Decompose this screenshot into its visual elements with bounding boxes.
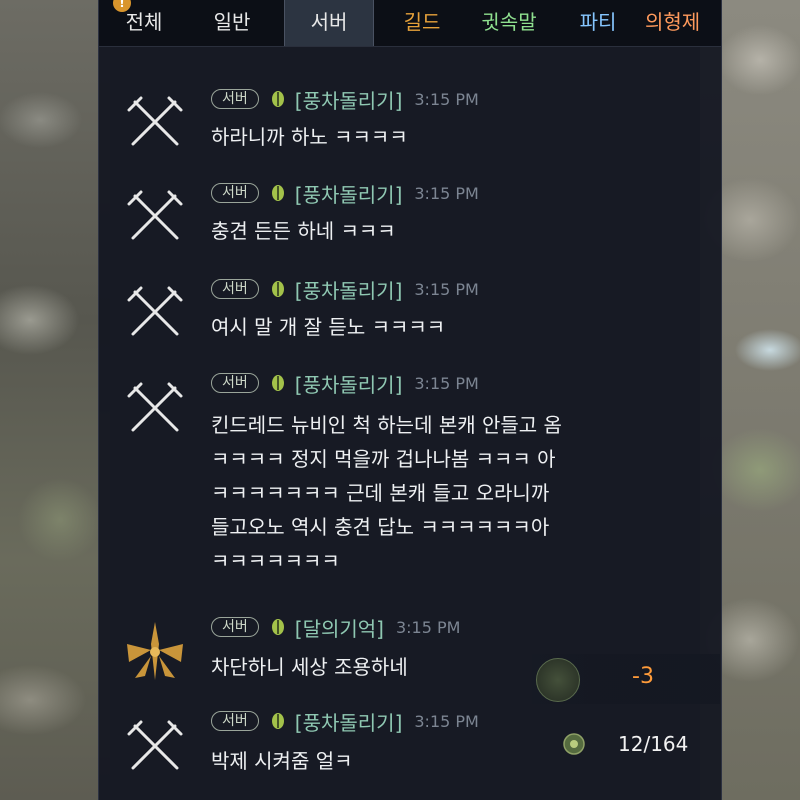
message-line: 충견 든든 하네 ㅋㅋㅋ [211,219,396,243]
herb-item-icon [536,658,580,702]
hud-item-change: -3 [632,664,654,689]
player-name[interactable]: [달의기억] [295,613,384,642]
clan-emblem-icon [271,619,284,635]
message-header: 서버 [풍차돌리기] 3:15 PM [211,179,479,208]
crossed-swords-icon[interactable] [121,182,189,250]
clan-emblem-icon [271,713,284,729]
message-time: 3:15 PM [395,617,461,637]
tab-whisper[interactable]: 귓속말 [467,0,551,46]
message-line: ㅋㅋㅋㅋㅋㅋㅋ 근데 본캐 들고 오라니까 [211,481,550,505]
clan-emblem-icon [271,91,284,107]
channel-badge: 서버 [211,279,259,299]
crossed-swords-icon[interactable] [121,374,189,442]
message-header: 서버 [풍차돌리기] 3:15 PM [211,707,479,736]
tab-server[interactable]: 서버 [284,0,374,46]
message-line: ㅋㅋㅋㅋ 정지 먹을까 겁나나봄 ㅋㅋㅋ 아 [211,447,556,471]
message-time: 3:15 PM [414,279,479,299]
player-name[interactable]: [풍차돌리기] [295,369,403,398]
message-header: 서버 [풍차돌리기] 3:15 PM [211,275,479,304]
crossed-swords-icon[interactable] [121,278,189,346]
channel-badge: 서버 [211,183,259,203]
clan-emblem-icon [271,185,284,201]
tab-general[interactable]: 일반 [195,0,269,46]
message-header: 서버 [달의기억] 3:15 PM [211,613,461,642]
tab-all[interactable]: 전체 [107,0,181,46]
message-header: 서버 [풍차돌리기] 3:15 PM [211,369,479,398]
channel-badge: 서버 [211,373,259,393]
message-line: 여시 말 개 잘 듣노 ㅋㅋㅋㅋ [211,315,446,339]
message-line: 들고오노 역시 충견 답노 ㅋㅋㅋㅋㅋㅋ아 [211,515,550,539]
crossed-swords-icon[interactable] [121,88,189,156]
message-line: 킨드레드 뉴비인 척 하는데 본캐 안들고 옴 [211,413,562,437]
inventory-count-text: 12/164 [618,732,689,756]
golden-emblem-icon[interactable] [121,618,189,686]
player-name[interactable]: [풍차돌리기] [295,275,403,304]
crossed-swords-icon[interactable] [121,712,189,780]
chat-tab-bar: ! 전체 일반 서버 길드 귓속말 파티 의형제 [99,0,721,47]
background-left-scenery [0,0,110,800]
message-time: 3:15 PM [414,89,479,109]
message-text: 킨드레드 뉴비인 척 하는데 본캐 안들고 옴 ㅋㅋㅋㅋ 정지 먹을까 겁나나봄… [211,408,681,578]
channel-badge: 서버 [211,617,259,637]
tab-party[interactable]: 파티 [563,0,633,46]
tab-brotherhood[interactable]: 의형제 [645,0,721,46]
hud-item-slot[interactable]: -3 [532,654,720,704]
player-name[interactable]: [풍차돌리기] [295,707,403,736]
message-time: 3:15 PM [414,711,479,731]
channel-badge: 서버 [211,89,259,109]
clan-emblem-icon [271,281,284,297]
message-line: ㅋㅋㅋㅋㅋㅋㅋ [211,549,340,573]
message-header: 서버 [풍차돌리기] 3:15 PM [211,85,479,114]
message-time: 3:15 PM [414,183,479,203]
message-text: 하라니까 하노 ㅋㅋㅋㅋ [211,120,681,154]
inventory-icon [563,733,585,755]
message-text: 여시 말 개 잘 듣노 ㅋㅋㅋㅋ [211,310,681,344]
message-line: 하라니까 하노 ㅋㅋㅋㅋ [211,125,408,149]
hud-inventory-count: 12/164 [556,726,720,762]
clan-emblem-icon [271,375,284,391]
player-name[interactable]: [풍차돌리기] [295,85,403,114]
message-text: 충견 든든 하네 ㅋㅋㅋ [211,214,681,248]
player-name[interactable]: [풍차돌리기] [295,179,403,208]
tab-guild[interactable]: 길드 [385,0,459,46]
channel-badge: 서버 [211,711,259,731]
message-time: 3:15 PM [414,373,479,393]
